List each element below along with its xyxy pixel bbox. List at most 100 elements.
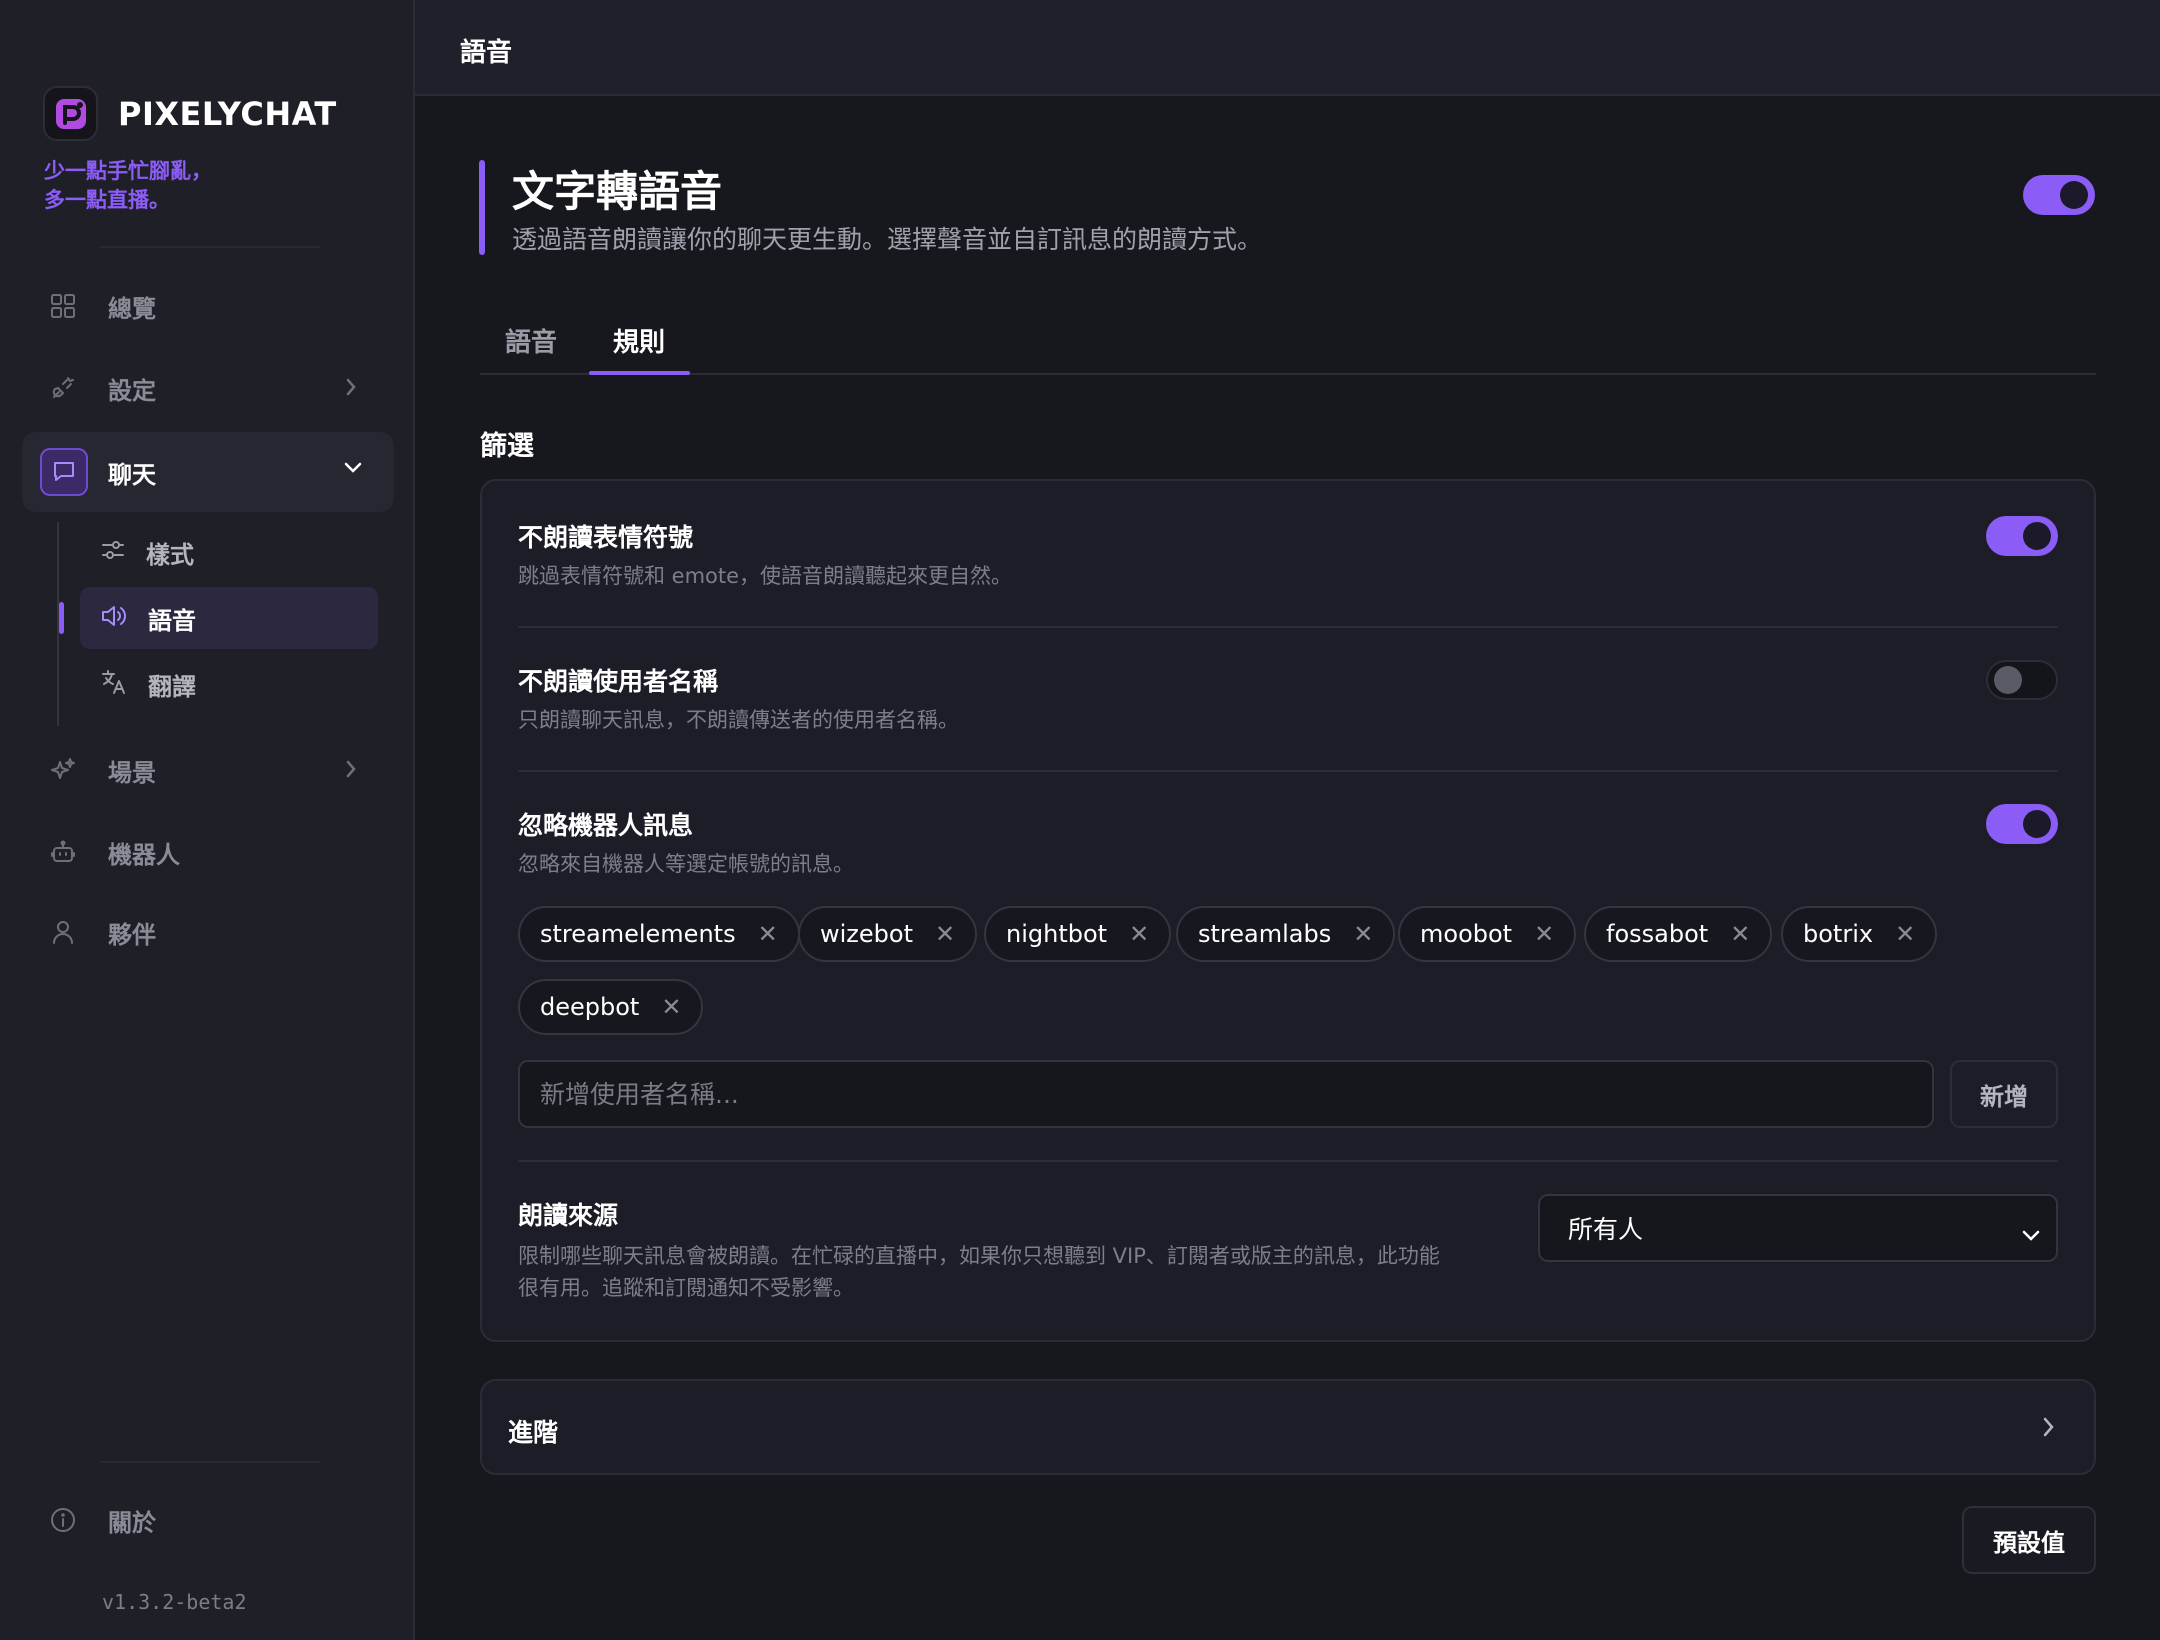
bot-chip-label: deepbot	[540, 993, 640, 1021]
add-username-input[interactable]	[518, 1060, 1934, 1128]
page-title: 語音	[460, 38, 513, 68]
bot-chip: fossabot ✕	[1584, 906, 1773, 962]
bot-chip-label: fossabot	[1606, 920, 1709, 948]
app-version: v1.3.2-beta2	[102, 1590, 247, 1614]
feature-subtitle: 透過語音朗讀讓你的聊天更生動。選擇聲音並自訂訊息的朗讀方式。	[512, 225, 1263, 254]
sidebar-item-label: 總覽	[108, 294, 156, 323]
user-icon	[48, 917, 78, 947]
bot-chip: moobot ✕	[1398, 906, 1577, 962]
sidebar-item-bots[interactable]: 機器人	[30, 822, 390, 882]
section-title-filters: 篩選	[480, 431, 534, 462]
skip-emotes-title: 不朗讀表情符號	[518, 523, 694, 552]
bot-chip-label: streamelements	[540, 920, 736, 948]
bot-chip-label: wizebot	[820, 920, 913, 948]
skip-emotes-desc: 跳過表情符號和 emote，使語音朗讀聽起來更自然。	[518, 564, 1013, 588]
advanced-label: 進階	[508, 1418, 559, 1447]
speaker-icon	[100, 603, 128, 633]
remove-icon[interactable]: ✕	[1895, 920, 1915, 948]
sidebar-subitem-translate[interactable]: 翻譯	[80, 653, 378, 715]
toggle-knob	[2023, 522, 2051, 550]
sidebar-item-label: 關於	[108, 1508, 156, 1537]
brand-name: PIXELYCHAT	[118, 94, 337, 133]
toggle-knob	[1994, 666, 2022, 694]
bot-chip: wizebot ✕	[798, 906, 978, 962]
sidebar-item-overview[interactable]: 總覽	[30, 276, 390, 336]
bot-chip-label: streamlabs	[1198, 920, 1332, 948]
sidebar-subitem-voice[interactable]: 語音	[80, 587, 378, 649]
tts-master-toggle[interactable]	[2023, 175, 2095, 215]
tagline-line-2: 多一點直播。	[44, 188, 170, 212]
sliders-icon	[100, 537, 126, 567]
active-indicator	[59, 602, 64, 634]
sidebar-item-settings[interactable]: 設定	[30, 358, 390, 418]
chat-bubble-icon	[40, 448, 88, 496]
sidebar: PIXELYCHAT 少一點手忙腳亂， 多一點直播。 總覽 設定 聊天 樣式 語…	[0, 0, 415, 1640]
reset-defaults-button[interactable]: 預設值	[1962, 1506, 2096, 1574]
top-bar: 語音	[415, 0, 2160, 96]
ignore-bots-title: 忽略機器人訊息	[518, 811, 694, 840]
sidebar-item-label: 場景	[108, 758, 156, 787]
remove-icon[interactable]: ✕	[661, 993, 681, 1021]
active-tab-underline	[589, 371, 690, 375]
brand[interactable]: PIXELYCHAT	[43, 86, 337, 141]
row-divider	[518, 770, 2058, 772]
bot-chip-label: nightbot	[1006, 920, 1108, 948]
tab-bar: 語音 規則	[480, 300, 2096, 375]
sidebar-item-label: 夥伴	[108, 920, 156, 949]
brand-tagline: 少一點手忙腳亂， 多一點直播。	[44, 157, 212, 215]
sidebar-divider	[100, 1461, 320, 1463]
sidebar-subitem-label: 語音	[148, 606, 196, 635]
chevron-right-icon	[344, 376, 358, 402]
chevron-right-icon	[344, 758, 358, 784]
toggle-knob	[2060, 181, 2088, 209]
remove-icon[interactable]: ✕	[1730, 920, 1750, 948]
ignore-bots-desc: 忽略來自機器人等選定帳號的訊息。	[518, 852, 854, 876]
ignore-bots-toggle[interactable]	[1986, 804, 2058, 844]
plug-icon	[48, 373, 78, 403]
remove-icon[interactable]: ✕	[1534, 920, 1554, 948]
bot-chip: nightbot ✕	[984, 906, 1172, 962]
robot-icon	[48, 837, 78, 867]
add-username-button[interactable]: 新增	[1950, 1060, 2058, 1128]
remove-icon[interactable]: ✕	[935, 920, 955, 948]
row-divider	[518, 1160, 2058, 1162]
read-source-select[interactable]: 所有人	[1538, 1194, 2058, 1262]
grid-icon	[48, 291, 78, 321]
remove-icon[interactable]: ✕	[1129, 920, 1149, 948]
chevron-down-icon	[342, 460, 364, 479]
row-divider	[518, 626, 2058, 628]
bot-chip: streamlabs ✕	[1176, 906, 1396, 962]
bot-chip: deepbot ✕	[518, 979, 704, 1035]
bot-chip-label: botrix	[1803, 920, 1874, 948]
skip-emotes-toggle[interactable]	[1986, 516, 2058, 556]
remove-icon[interactable]: ✕	[1353, 920, 1373, 948]
bot-chip: botrix ✕	[1781, 906, 1938, 962]
read-source-selected: 所有人	[1568, 1215, 1644, 1244]
tagline-line-1: 少一點手忙腳亂，	[44, 159, 212, 183]
sidebar-item-about[interactable]: 關於	[30, 1490, 390, 1550]
remove-icon[interactable]: ✕	[758, 920, 778, 948]
hero-accent-bar	[479, 160, 485, 255]
sidebar-item-partners[interactable]: 夥伴	[30, 902, 390, 962]
chevron-right-icon	[2042, 1415, 2056, 1443]
skip-usernames-toggle[interactable]	[1986, 660, 2058, 700]
sidebar-item-label: 機器人	[108, 840, 180, 869]
bot-chip-label: moobot	[1420, 920, 1513, 948]
feature-title: 文字轉語音	[512, 167, 723, 216]
sidebar-divider	[100, 246, 320, 248]
read-source-desc: 限制哪些聊天訊息會被朗讀。在忙碌的直播中，如果你只想聽到 VIP、訂閱者或版主的…	[518, 1240, 1440, 1304]
read-source-desc-line-2: 很有用。追蹤和訂閱通知不受影響。	[518, 1276, 854, 1300]
skip-usernames-desc: 只朗讀聊天訊息，不朗讀傳送者的使用者名稱。	[518, 708, 959, 732]
toggle-knob	[2023, 810, 2051, 838]
pixelychat-logo-icon	[43, 86, 98, 141]
sidebar-item-chat[interactable]: 聊天	[22, 432, 394, 512]
sidebar-subitem-style[interactable]: 樣式	[80, 521, 378, 583]
sidebar-item-scenes[interactable]: 場景	[30, 740, 390, 800]
advanced-section[interactable]: 進階	[480, 1379, 2096, 1475]
info-icon	[48, 1505, 78, 1535]
tab-voice[interactable]: 語音	[505, 322, 557, 359]
read-source-title: 朗讀來源	[518, 1201, 619, 1230]
tab-rules[interactable]: 規則	[613, 322, 665, 359]
sidebar-item-label: 設定	[108, 376, 156, 405]
read-source-desc-line-1: 限制哪些聊天訊息會被朗讀。在忙碌的直播中，如果你只想聽到 VIP、訂閱者或版主的…	[518, 1244, 1440, 1268]
